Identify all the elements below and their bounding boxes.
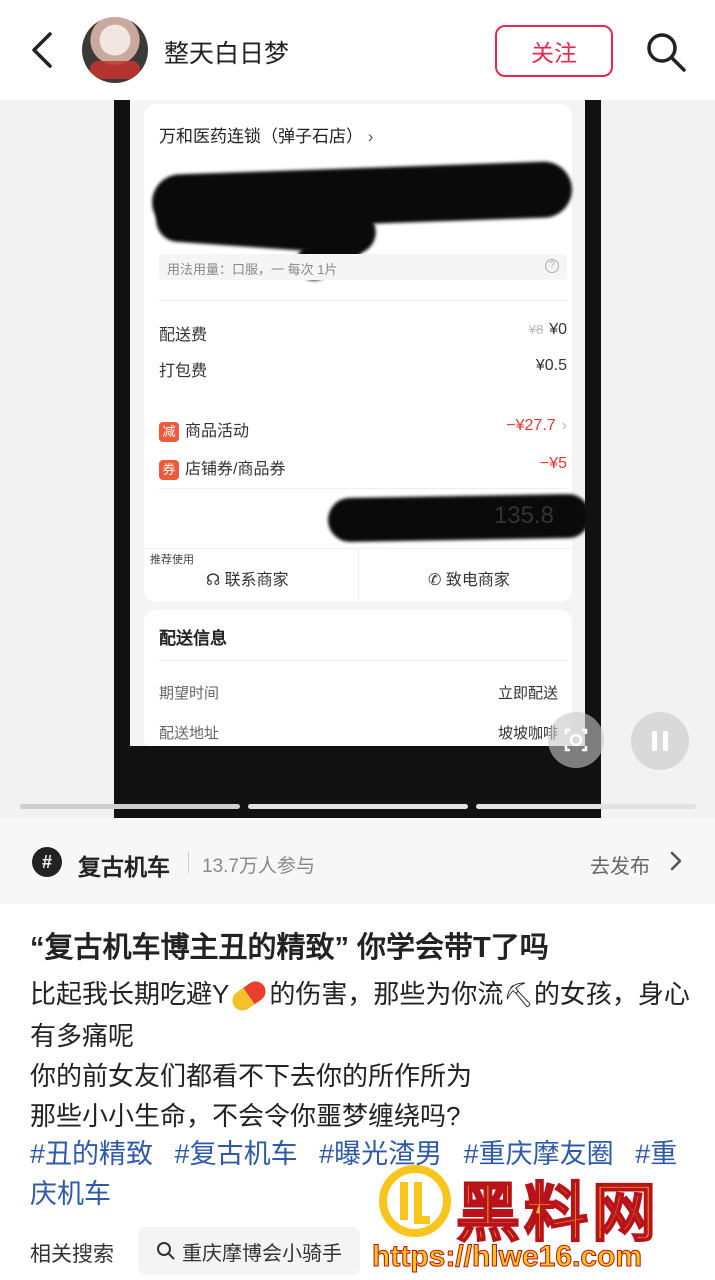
shovel-emoji-icon: ⛏: [503, 982, 534, 1009]
divider: [159, 488, 567, 489]
related-search-chip[interactable]: 重庆摩博会小骑手: [138, 1227, 360, 1275]
merchant-actions: ☊ 联系商家 ✆ 致电商家: [144, 548, 572, 603]
progress-segment-active: [20, 804, 240, 809]
store-name: 万和医药连锁（弹子石店） ›: [159, 127, 374, 146]
watermark-logo-icon: [379, 1165, 451, 1237]
fee-row: 打包费 ¥0.5: [159, 357, 567, 380]
topic-bar[interactable]: # 复古机车 13.7万人参与 去发布: [0, 818, 715, 904]
post-title: “复古机车博主丑的精致” 你学会带T了吗: [30, 932, 549, 964]
divider: [159, 300, 567, 301]
site-watermark: 黑料网 https://hlwe16.com: [371, 1160, 707, 1280]
topic-participants: 13.7万人参与: [202, 856, 315, 877]
fee-row: 配送费 ¥8 ¥0: [159, 321, 567, 344]
coupon-tag-icon: 券: [159, 459, 179, 480]
delivery-key: 期望时间: [159, 685, 220, 702]
help-icon: ?: [545, 259, 559, 273]
topic-name: 复古机车: [78, 854, 170, 880]
hashtag-icon: #: [32, 847, 62, 877]
pill-emoji-icon: [228, 977, 270, 1015]
discount-tag-icon: 减: [159, 421, 179, 442]
order-screenshot: 万和医药连锁（弹子石店） › 用法用量：口服，一 每次 1片 ? 配送费 ¥8 ¥…: [130, 100, 585, 746]
chevron-right-icon: [670, 851, 682, 871]
divider: [159, 660, 567, 661]
media-viewer[interactable]: 万和医药连锁（弹子石店） › 用法用量：口服，一 每次 1片 ? 配送费 ¥8 ¥…: [0, 100, 715, 818]
follow-button[interactable]: 关注: [495, 25, 613, 77]
call-merchant-button[interactable]: ✆ 致电商家: [428, 566, 510, 590]
search-icon: [157, 1242, 175, 1260]
search-icon[interactable]: [644, 30, 688, 74]
order-card: 万和医药连锁（弹子石店） › 用法用量：口服，一 每次 1片 ? 配送费 ¥8 ¥…: [144, 104, 585, 603]
delivery-card: 配送信息 期望时间 立即配送 配送地址 坡坡咖啡: [144, 610, 572, 746]
delivery-key: 配送地址: [159, 725, 220, 742]
screenshot-image: 万和医药连锁（弹子石店） › 用法用量：口服，一 每次 1片 ? 配送费 ¥8 ¥…: [114, 100, 601, 818]
discount-row: 减商品活动 −¥27.7 ›: [159, 414, 567, 442]
top-bar: 整天白日梦 关注: [0, 0, 715, 100]
watermark-url: https://hlwe16.com: [371, 1240, 643, 1274]
pause-icon: [652, 731, 668, 751]
hashtag-link[interactable]: #复古机车: [175, 1139, 298, 1169]
delivery-title: 配送信息: [159, 629, 227, 648]
divider: [188, 851, 189, 873]
go-publish-link[interactable]: 去发布: [590, 850, 650, 879]
order-total: 135.8: [493, 502, 554, 529]
hashtag-link[interactable]: #丑的精致: [30, 1139, 153, 1169]
pause-button[interactable]: [631, 712, 689, 770]
lens-button[interactable]: [548, 712, 604, 768]
back-arrow-icon[interactable]: [28, 30, 58, 70]
scan-icon: [564, 728, 588, 752]
post-description: 比起我长期吃避Y 的伤害，那些为你流⛏的女孩，身心有多痛呢 你的前女友们都看不下去…: [30, 974, 690, 1136]
delivery-value: 立即配送: [497, 685, 558, 702]
author-avatar[interactable]: [82, 17, 148, 83]
progress-segment: [248, 804, 468, 809]
recommend-label: 推荐使用: [150, 554, 194, 566]
usage-note: 用法用量：口服，一 每次 1片 ?: [159, 254, 567, 280]
author-name[interactable]: 整天白日梦: [164, 34, 289, 70]
discount-row: 券店铺券/商品券 −¥5: [159, 452, 567, 480]
progress-segment: [476, 804, 696, 809]
contact-merchant-button[interactable]: ☊ 联系商家: [206, 566, 289, 590]
related-search-label: 相关搜索: [30, 1243, 114, 1266]
